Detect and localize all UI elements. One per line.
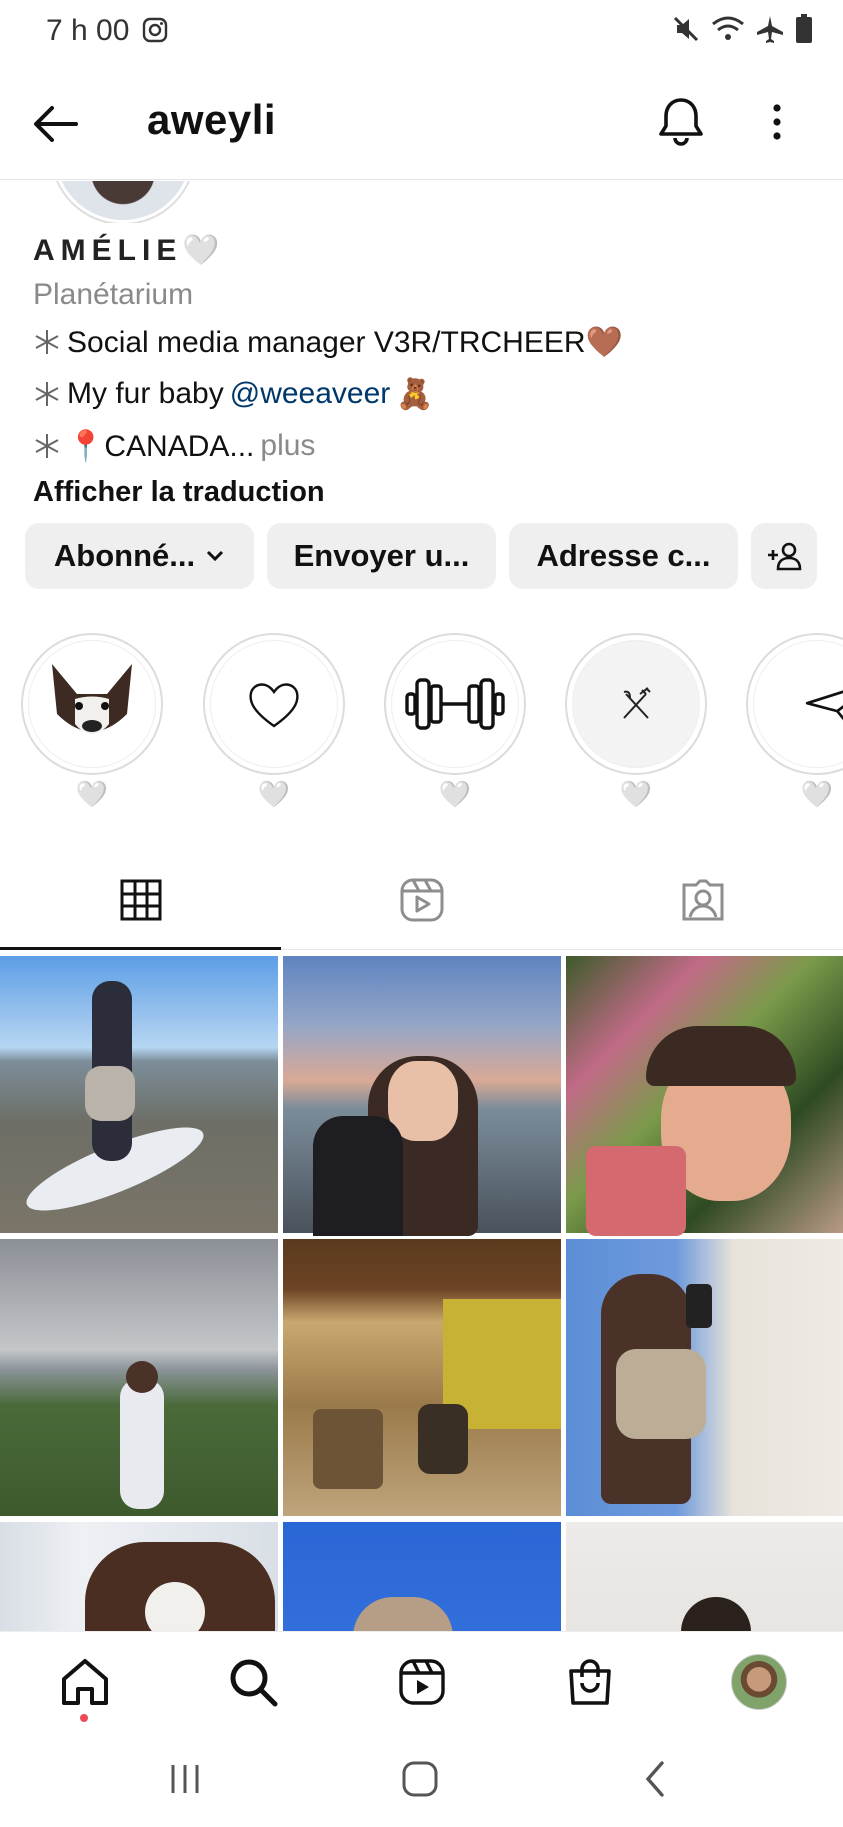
more-vertical-icon[interactable] bbox=[762, 94, 792, 150]
post-thumbnail[interactable] bbox=[283, 1239, 561, 1516]
see-translation-link[interactable]: Afficher la traduction bbox=[33, 472, 823, 512]
paper-plane-icon bbox=[805, 690, 843, 721]
mute-icon bbox=[673, 16, 699, 42]
recent-apps-icon[interactable] bbox=[165, 1759, 205, 1799]
bio-line-text: 📍CANADA... bbox=[67, 429, 255, 463]
post-grid bbox=[0, 956, 843, 1631]
reels-icon bbox=[400, 878, 443, 921]
bio-line-suffix: 🧸 bbox=[396, 377, 434, 411]
message-label: Envoyer u... bbox=[293, 538, 470, 573]
highlight-item[interactable]: 🤍 bbox=[746, 633, 843, 815]
tab-posts[interactable] bbox=[0, 850, 281, 950]
snowflake-icon bbox=[35, 434, 59, 458]
search-icon bbox=[230, 1659, 278, 1707]
profile-category: Planétarium bbox=[33, 278, 194, 311]
post-thumbnail[interactable] bbox=[283, 1522, 561, 1631]
bottom-navigation bbox=[0, 1631, 843, 1731]
post-thumbnail[interactable] bbox=[566, 956, 843, 1236]
tab-tagged[interactable] bbox=[562, 850, 843, 949]
dumbbell-icon bbox=[405, 678, 505, 730]
profile-avatar bbox=[731, 1654, 787, 1710]
following-button[interactable]: Abonné... bbox=[25, 523, 254, 589]
post-thumbnail[interactable] bbox=[283, 956, 561, 1236]
highlight-label: 🤍 bbox=[257, 779, 291, 809]
bio-more-link[interactable]: plus bbox=[260, 429, 315, 463]
back-arrow-icon[interactable] bbox=[30, 98, 82, 150]
fork-knife-icon bbox=[623, 687, 651, 719]
nav-shop[interactable] bbox=[562, 1654, 618, 1710]
nav-profile[interactable] bbox=[731, 1654, 787, 1710]
corgi-photo bbox=[28, 640, 156, 768]
nav-search[interactable] bbox=[225, 1654, 281, 1710]
profile-username: aweyli bbox=[147, 96, 277, 143]
post-thumbnail[interactable] bbox=[0, 1522, 278, 1631]
post-thumbnail[interactable] bbox=[566, 1239, 843, 1516]
nav-reels[interactable] bbox=[394, 1654, 450, 1710]
email-label: Adresse c... bbox=[536, 538, 711, 573]
add-user-button[interactable] bbox=[751, 523, 817, 589]
system-navigation bbox=[0, 1731, 843, 1827]
battery-icon bbox=[796, 14, 812, 43]
snowflake-icon bbox=[35, 382, 59, 406]
profile-tabs bbox=[0, 850, 843, 950]
post-thumbnail[interactable] bbox=[0, 1239, 278, 1516]
instagram-icon bbox=[142, 17, 168, 43]
highlight-label: 🤍 bbox=[800, 779, 834, 809]
airplane-icon bbox=[757, 16, 783, 43]
snowflake-icon bbox=[35, 330, 59, 354]
tab-reels[interactable] bbox=[281, 850, 562, 949]
notification-dot bbox=[80, 1714, 88, 1722]
story-highlights: 🤍 🤍 🤍 🤍 🤍 bbox=[0, 633, 843, 823]
highlight-label: 🤍 bbox=[75, 779, 109, 809]
highlight-item[interactable]: 🤍 bbox=[203, 633, 345, 815]
mention-link[interactable]: @weeaveer bbox=[230, 377, 391, 411]
wifi-icon bbox=[712, 16, 744, 40]
nav-home[interactable] bbox=[57, 1654, 113, 1710]
bell-icon[interactable] bbox=[655, 94, 707, 150]
chevron-down-icon bbox=[207, 550, 224, 562]
bio-line-text: Social media manager V3R/TRCHEER🤎 bbox=[67, 325, 623, 359]
bio-line: Social media manager V3R/TRCHEER🤎 bbox=[33, 316, 823, 368]
home-button-icon[interactable] bbox=[400, 1759, 440, 1799]
tagged-icon bbox=[682, 879, 723, 920]
profile-bio: AMÉLIE🤍 Planétarium Social media manager… bbox=[33, 230, 823, 512]
status-bar: 7 h 00 bbox=[0, 0, 843, 66]
profile-header: aweyli bbox=[0, 66, 843, 180]
bio-line: 📍CANADA... plus bbox=[33, 420, 823, 472]
post-thumbnail[interactable] bbox=[0, 956, 278, 1233]
highlight-item[interactable]: 🤍 bbox=[21, 633, 163, 815]
email-button[interactable]: Adresse c... bbox=[509, 523, 738, 589]
home-icon bbox=[62, 1659, 108, 1705]
highlight-label: 🤍 bbox=[619, 779, 653, 809]
grid-icon bbox=[120, 879, 161, 920]
status-time: 7 h 00 bbox=[46, 14, 130, 47]
heart-outline-icon bbox=[249, 683, 299, 728]
following-label: Abonné... bbox=[53, 538, 196, 573]
profile-display-name: AMÉLIE🤍 bbox=[33, 233, 226, 267]
highlight-item[interactable]: 🤍 bbox=[384, 633, 526, 815]
reels-icon bbox=[399, 1659, 445, 1705]
bio-line: My fur baby @weeaveer 🧸 bbox=[33, 368, 823, 420]
system-icons bbox=[671, 14, 813, 44]
message-button[interactable]: Envoyer u... bbox=[267, 523, 496, 589]
highlight-item[interactable]: 🤍 bbox=[565, 633, 707, 815]
add-user-icon bbox=[768, 542, 802, 571]
highlight-label: 🤍 bbox=[438, 779, 472, 809]
profile-actions: Abonné... Envoyer u... Adresse c... bbox=[25, 523, 817, 589]
profile-avatar[interactable] bbox=[52, 181, 194, 223]
back-nav-icon[interactable] bbox=[636, 1759, 676, 1799]
post-thumbnail[interactable] bbox=[566, 1522, 843, 1631]
shop-icon bbox=[569, 1659, 611, 1705]
bio-line-text: My fur baby bbox=[67, 377, 224, 410]
